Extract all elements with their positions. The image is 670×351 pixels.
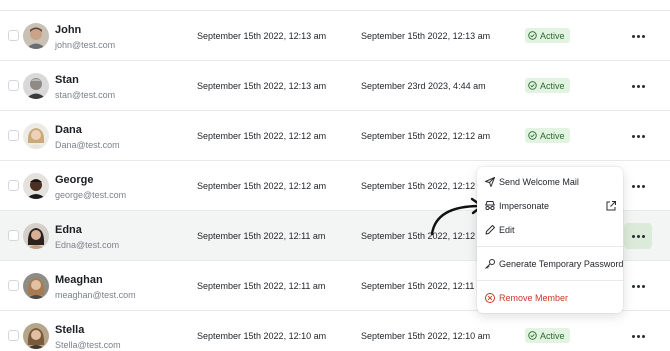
created-date: September 15th 2022, 12:11 am [197, 231, 326, 241]
more-horizontal-icon [631, 284, 635, 288]
status-badge: Active [525, 128, 570, 143]
table-row[interactable]: Stan stan@test.com September 15th 2022, … [0, 61, 670, 111]
table-row[interactable]: Stella Stella@test.com September 15th 20… [0, 311, 670, 351]
status-label: Active [540, 330, 565, 341]
user-email: george@test.com [55, 190, 127, 200]
menu-divider [477, 280, 623, 281]
status-label: Active [540, 130, 565, 141]
check-circle-icon [528, 81, 537, 90]
avatar [23, 23, 49, 49]
last-login-date: September 15th 2022, 12:10 am [361, 331, 491, 341]
user-email: meaghan@test.com [55, 290, 136, 300]
more-horizontal-icon [631, 134, 635, 138]
avatar [23, 123, 49, 149]
created-date: September 15th 2022, 12:11 am [197, 281, 326, 291]
more-horizontal-icon [631, 234, 635, 238]
created-date: September 15th 2022, 12:13 am [197, 31, 327, 41]
row-checkbox[interactable] [8, 230, 19, 241]
more-actions-button[interactable] [626, 176, 650, 196]
row-checkbox[interactable] [8, 30, 19, 41]
table-row[interactable]: John john@test.com September 15th 2022, … [0, 11, 670, 61]
menu-item-label: Impersonate [499, 201, 550, 211]
user-name: Edna [55, 224, 82, 236]
user-name: Stan [55, 74, 79, 86]
status-label: Active [540, 30, 565, 41]
more-actions-button[interactable] [626, 276, 650, 296]
user-email: stan@test.com [55, 90, 116, 100]
user-name: George [55, 174, 94, 186]
menu-item-label: Generate Temporary Password [499, 259, 624, 269]
user-name: Stella [55, 324, 85, 336]
menu-item-send-welcome-mail[interactable]: Send Welcome Mail [477, 171, 623, 193]
key-icon [485, 259, 495, 269]
row-checkbox[interactable] [8, 130, 19, 141]
last-login-date: September 15th 2022, 12:13 am [361, 31, 491, 41]
row-checkbox[interactable] [8, 330, 19, 341]
check-circle-icon [528, 131, 537, 140]
created-date: September 15th 2022, 12:12 am [197, 181, 327, 191]
pencil-icon [485, 225, 495, 235]
avatar [23, 273, 49, 299]
paper-plane-icon [485, 177, 495, 187]
user-name: Meaghan [55, 274, 103, 286]
last-login-date: September 23rd 2023, 4:44 am [361, 81, 486, 91]
created-date: September 15th 2022, 12:12 am [197, 131, 327, 141]
table-row[interactable]: Dana Dana@test.com September 15th 2022, … [0, 111, 670, 161]
more-actions-button[interactable] [626, 126, 650, 146]
row-checkbox[interactable] [8, 280, 19, 291]
status-label: Active [540, 80, 565, 91]
more-horizontal-icon [631, 184, 635, 188]
user-email: Stella@test.com [55, 340, 121, 350]
user-name: John [55, 24, 82, 36]
menu-item-label: Remove Member [499, 293, 569, 303]
status-badge: Active [525, 28, 570, 43]
avatar [23, 73, 49, 99]
more-horizontal-icon [631, 334, 635, 338]
last-login-date: September 15th 2022, 12:11 am [361, 281, 490, 291]
user-name: Dana [55, 124, 82, 136]
more-actions-button[interactable] [626, 326, 650, 346]
menu-item-impersonate[interactable]: Impersonate [477, 195, 623, 217]
more-actions-button[interactable] [626, 26, 650, 46]
row-checkbox[interactable] [8, 180, 19, 191]
external-link-icon[interactable] [605, 200, 617, 212]
created-date: September 15th 2022, 12:13 am [197, 81, 327, 91]
row-checkbox[interactable] [8, 80, 19, 91]
user-email: john@test.com [55, 40, 116, 50]
avatar [23, 173, 49, 199]
menu-item-remove-member[interactable]: Remove Member [477, 287, 623, 309]
menu-item-generate-temporary-password[interactable]: Generate Temporary Password [477, 253, 623, 275]
user-email: Edna@test.com [55, 240, 120, 250]
status-badge: Active [525, 78, 570, 93]
user-email: Dana@test.com [55, 140, 120, 150]
more-horizontal-icon [631, 84, 635, 88]
check-circle-icon [528, 331, 537, 340]
created-date: September 15th 2022, 12:10 am [197, 331, 327, 341]
more-actions-button[interactable] [624, 223, 652, 249]
last-login-date: September 15th 2022, 12:12 am [361, 181, 491, 191]
menu-divider [477, 246, 623, 247]
check-circle-icon [528, 31, 537, 40]
avatar [23, 223, 49, 249]
menu-item-label: Send Welcome Mail [499, 177, 579, 187]
status-badge: Active [525, 328, 570, 343]
menu-item-edit[interactable]: Edit [477, 219, 623, 241]
row-actions-menu: Send Welcome Mail Impersonate Edit Gener… [477, 167, 623, 313]
avatar [23, 323, 49, 349]
incognito-icon [485, 201, 495, 211]
menu-item-label: Edit [499, 225, 515, 235]
more-horizontal-icon [631, 34, 635, 38]
x-circle-icon [485, 293, 495, 303]
more-actions-button[interactable] [626, 76, 650, 96]
last-login-date: September 15th 2022, 12:12 am [361, 131, 491, 141]
